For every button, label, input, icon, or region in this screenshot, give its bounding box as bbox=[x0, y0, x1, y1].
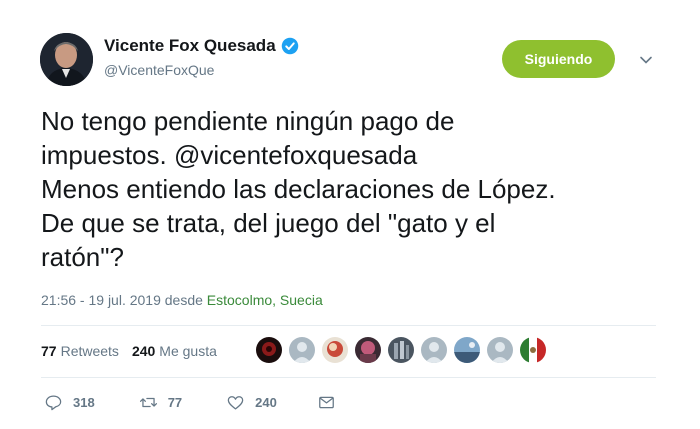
avatar-image bbox=[40, 33, 93, 86]
chevron-down-icon[interactable] bbox=[638, 52, 654, 68]
envelope-icon bbox=[319, 396, 334, 409]
liker-avatar[interactable] bbox=[388, 337, 414, 363]
divider-top bbox=[41, 325, 656, 326]
tweet-location[interactable]: Estocolmo, Suecia bbox=[207, 292, 323, 308]
verified-badge-icon bbox=[281, 37, 298, 55]
like-button[interactable]: 240 bbox=[226, 393, 277, 412]
retweet-icon bbox=[139, 397, 157, 408]
liker-avatar[interactable] bbox=[421, 337, 447, 363]
tweet-stats: 77 Retweets 240 Me gusta bbox=[41, 343, 217, 359]
liker-avatar[interactable] bbox=[322, 337, 348, 363]
like-count: 240 bbox=[255, 395, 277, 410]
likes-stat[interactable]: 240 Me gusta bbox=[132, 343, 217, 359]
retweets-stat[interactable]: 77 Retweets bbox=[41, 343, 119, 359]
heart-icon bbox=[227, 396, 244, 410]
reply-count: 318 bbox=[73, 395, 95, 410]
retweet-count: 77 bbox=[167, 395, 183, 410]
user-handle[interactable]: @VicenteFoxQue bbox=[104, 62, 214, 78]
liker-avatar[interactable] bbox=[454, 337, 480, 363]
tweet-timestamp[interactable]: 21:56 - 19 jul. 2019 desde bbox=[41, 292, 203, 308]
reply-icon bbox=[45, 395, 62, 411]
tweet-meta: 21:56 - 19 jul. 2019 desde Estocolmo, Su… bbox=[41, 292, 323, 308]
user-name-row: Vicente Fox Quesada bbox=[104, 36, 299, 56]
display-name[interactable]: Vicente Fox Quesada bbox=[104, 36, 276, 56]
liker-avatar[interactable] bbox=[289, 337, 315, 363]
liker-avatar[interactable] bbox=[256, 337, 282, 363]
direct-message-button[interactable] bbox=[317, 393, 336, 412]
reply-button[interactable]: 318 bbox=[44, 393, 95, 412]
liker-avatar[interactable] bbox=[355, 337, 381, 363]
retweet-button[interactable]: 77 bbox=[139, 393, 182, 412]
likers-avatars bbox=[256, 337, 553, 363]
liker-avatar[interactable] bbox=[520, 337, 546, 363]
avatar[interactable] bbox=[40, 33, 93, 86]
following-button[interactable]: Siguiendo bbox=[502, 40, 615, 78]
liker-avatar[interactable] bbox=[487, 337, 513, 363]
tweet-actions: 318 77 240 bbox=[44, 393, 336, 412]
tweet-text: No tengo pendiente ningún pago de impues… bbox=[41, 106, 556, 272]
divider-bottom bbox=[41, 377, 656, 378]
